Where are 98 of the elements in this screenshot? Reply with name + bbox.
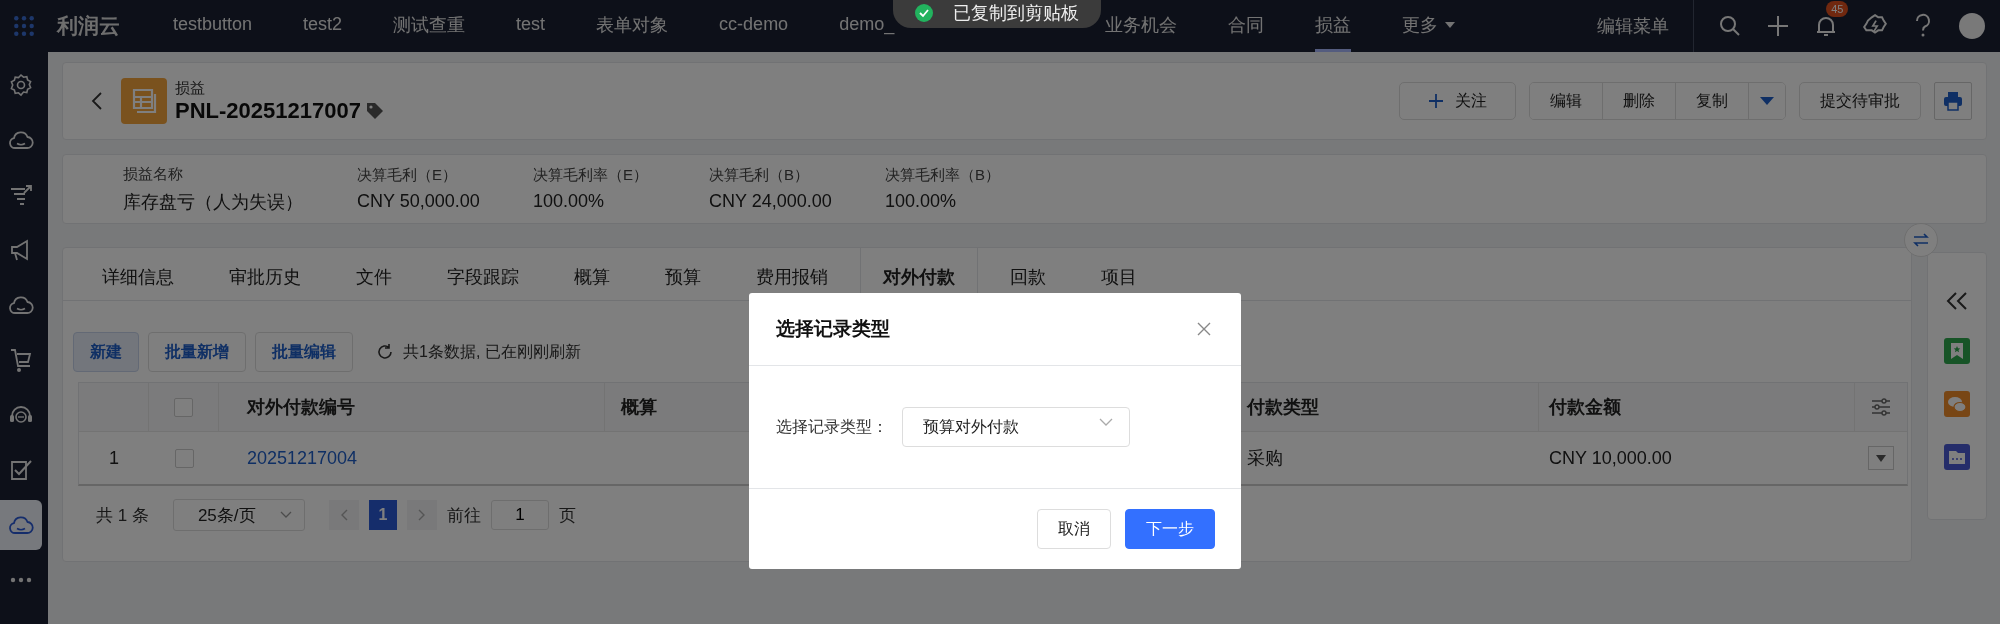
app-logo: 利润云 (57, 13, 120, 39)
cancel-button[interactable]: 取消 (1037, 509, 1111, 549)
field-value: 100.00% (533, 191, 606, 212)
caret-icon (1444, 20, 1457, 29)
chevron-left-icon (339, 509, 348, 521)
print-button[interactable] (1934, 82, 1972, 120)
page-size-select[interactable]: 25条/页 (172, 499, 305, 531)
page-button[interactable]: 1 (368, 500, 397, 530)
bookmark-icon[interactable] (1944, 338, 1970, 364)
refresh-status: 共1条数据, 已在刚刚刷新 (403, 341, 581, 362)
nav-item[interactable]: 合同 (1228, 0, 1265, 52)
plus-icon (1428, 94, 1443, 108)
toast-message: 已复制到剪贴板 (953, 2, 1079, 25)
tab[interactable]: 文件 (333, 248, 415, 300)
nav-item[interactable]: cc-demo (719, 0, 789, 52)
toolbar-button[interactable]: 批量编辑 (255, 332, 353, 372)
field-value: 库存盘亏（人为失误） (123, 190, 304, 214)
object-name: 损益 (175, 78, 206, 98)
column-header: 对外付款编号 (247, 396, 355, 419)
row-menu-button[interactable] (1868, 446, 1894, 470)
column-header: 概算 (621, 396, 657, 419)
action-button[interactable]: 编辑 (1530, 83, 1603, 119)
avatar[interactable] (1958, 12, 1987, 40)
swap-icon (1913, 233, 1929, 247)
nav-item[interactable]: test2 (303, 0, 343, 52)
edit-menu-link[interactable]: 编辑菜单 (1597, 14, 1670, 38)
goto-label: 前往 (446, 504, 481, 527)
tab[interactable]: 字段跟踪 (424, 248, 542, 300)
field-value: CNY 50,000.00 (357, 191, 481, 212)
page-input[interactable]: 1 (490, 500, 549, 530)
caret-icon (1759, 96, 1775, 106)
back-icon[interactable] (91, 91, 103, 111)
chevron-down-icon (279, 511, 292, 519)
collapse-icon[interactable] (1946, 291, 1968, 311)
plus-icon[interactable] (1766, 14, 1791, 38)
success-icon (915, 4, 933, 22)
field-label: 决算毛利率（B） (885, 166, 1001, 185)
nav-item[interactable]: 表单对象 (596, 0, 669, 52)
column-header: 付款类型 (1247, 396, 1319, 419)
tag-icon[interactable] (364, 100, 385, 121)
tab[interactable]: 项目 (1078, 248, 1160, 300)
filter-icon (9, 184, 33, 206)
row-number: 1 (109, 447, 119, 469)
next-button[interactable]: 下一步 (1125, 509, 1215, 549)
tab[interactable]: 概算 (551, 248, 633, 300)
column-header: 付款金额 (1549, 396, 1621, 419)
nav-item[interactable]: demo_ (839, 0, 895, 52)
field-value: CNY 24,000.00 (709, 191, 833, 212)
page-unit: 页 (558, 504, 576, 527)
field-label: 选择记录类型： (776, 416, 888, 437)
tab[interactable]: 费用报销 (733, 248, 851, 300)
tab[interactable]: 回款 (987, 248, 1069, 300)
select-all-checkbox[interactable] (174, 397, 193, 417)
caret-icon (1876, 454, 1886, 462)
tab[interactable]: 详细信息 (79, 248, 197, 300)
more-menu[interactable]: 更多 (1402, 0, 1457, 52)
cart-icon (9, 347, 33, 373)
record-title: PNL-20251217007 (175, 97, 361, 124)
document-icon (121, 78, 167, 124)
printer-icon (1943, 91, 1963, 111)
row-checkbox[interactable] (174, 448, 194, 468)
nav-item[interactable]: 测试查重 (393, 0, 466, 52)
folder-icon[interactable] (1944, 444, 1970, 470)
tab[interactable]: 审批历史 (206, 248, 324, 300)
cloud-icon (8, 295, 34, 315)
total-count: 共 1 条 (96, 504, 149, 527)
column-settings-icon[interactable] (1871, 398, 1891, 416)
cloud-icon (8, 515, 34, 535)
chevron-right-icon (417, 509, 426, 521)
nav-item[interactable]: 业务机会 (1105, 0, 1178, 52)
settings-icon (9, 73, 33, 97)
field-label: 损益名称 (123, 164, 184, 184)
nav-item[interactable]: test (516, 0, 546, 52)
follow-button[interactable]: 关注 (1399, 82, 1516, 120)
field-label: 决算毛利（B） (709, 166, 810, 185)
field-value: 100.00% (885, 191, 958, 212)
field-label: 决算毛利（E） (357, 166, 458, 185)
record-link[interactable]: 20251217004 (247, 447, 358, 469)
sidebar-item[interactable] (0, 500, 42, 550)
more-icon (10, 577, 32, 583)
checklist-icon (9, 458, 33, 482)
record-type-select[interactable]: 预算对外付款 (902, 407, 1130, 447)
chevron-down-icon (1099, 418, 1113, 426)
nav-item[interactable]: 损益 (1315, 0, 1352, 52)
tab[interactable]: 预算 (642, 248, 724, 300)
submit-approval-button[interactable]: 提交待审批 (1799, 82, 1921, 120)
cloud-icon (8, 130, 34, 150)
notification-badge: 45 (1826, 1, 1849, 17)
toolbar-button[interactable]: 新建 (73, 332, 139, 372)
refresh-icon[interactable] (376, 343, 394, 361)
nav-item[interactable]: testbutton (173, 0, 253, 52)
table-cell-text: 采购 (1247, 447, 1283, 470)
close-icon[interactable] (1197, 322, 1211, 336)
field-label: 决算毛利率（E） (533, 166, 649, 185)
swap-button[interactable] (1904, 223, 1938, 257)
toolbar-button[interactable]: 批量新增 (148, 332, 246, 372)
table-cell: CNY 10,000.00 (1549, 447, 1672, 469)
dialog-title: 选择记录类型 (776, 317, 890, 341)
